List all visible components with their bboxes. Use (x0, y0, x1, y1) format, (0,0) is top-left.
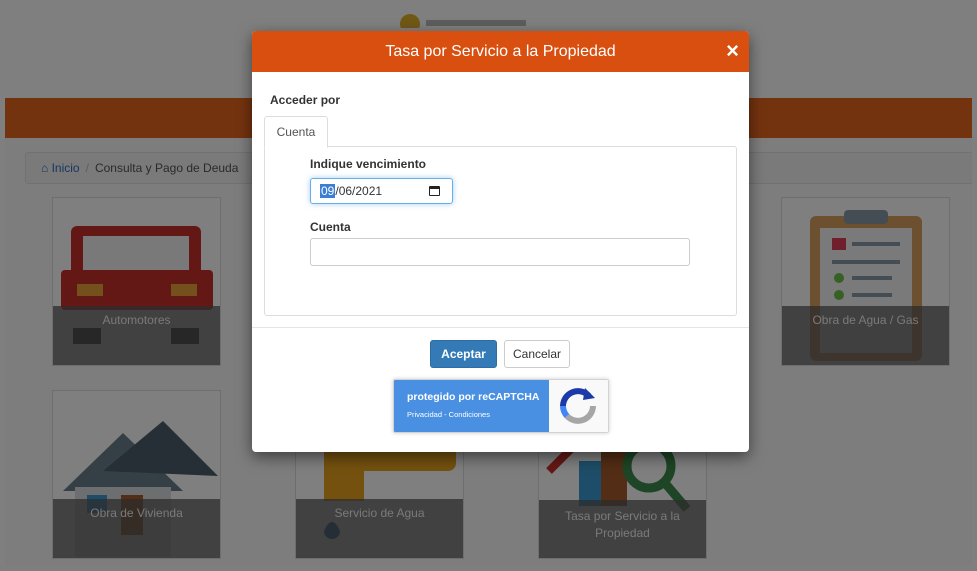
account-label: Cuenta (310, 220, 351, 234)
cancel-button[interactable]: Cancelar (504, 340, 570, 368)
recaptcha-links[interactable]: Privacidad - Condiciones (407, 410, 490, 419)
date-day-segment[interactable]: 09 (320, 184, 336, 198)
modal-header: Tasa por Servicio a la Propiedad × (252, 31, 749, 72)
recaptcha-badge[interactable]: protegido por reCAPTCHA Privacidad - Con… (393, 379, 609, 433)
accept-button[interactable]: Aceptar (430, 340, 497, 368)
due-date-input[interactable]: 09/06/2021 (310, 178, 453, 204)
tab-cuenta[interactable]: Cuenta (264, 116, 328, 148)
tasa-modal: Tasa por Servicio a la Propiedad × Acced… (252, 31, 749, 452)
modal-title: Tasa por Servicio a la Propiedad (385, 43, 616, 60)
access-label: Acceder por (270, 93, 341, 107)
calendar-icon[interactable] (429, 186, 440, 196)
account-input[interactable] (310, 238, 690, 266)
close-icon[interactable]: × (726, 40, 739, 62)
recaptcha-title: protegido por reCAPTCHA (407, 391, 540, 403)
recaptcha-logo-area (549, 380, 608, 432)
modal-divider (252, 327, 749, 328)
due-date-label: Indique vencimiento (310, 157, 427, 171)
recaptcha-text-area: protegido por reCAPTCHA Privacidad - Con… (394, 380, 549, 432)
date-rest: /06/2021 (335, 184, 383, 198)
recaptcha-icon (560, 388, 596, 424)
